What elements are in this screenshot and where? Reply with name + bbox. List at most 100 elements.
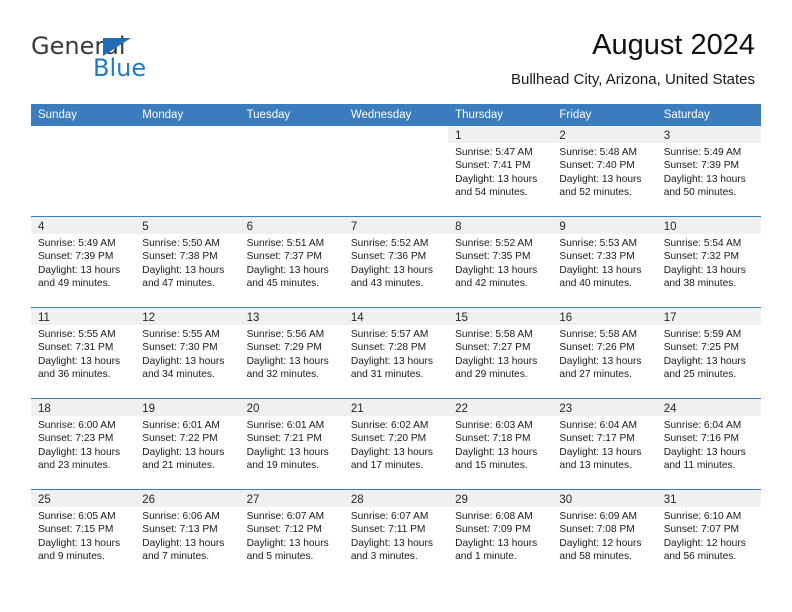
- calendar-day-cell[interactable]: 12 Sunrise: 5:55 AM Sunset: 7:30 PM Dayligh…: [135, 307, 240, 399]
- calendar-day-cell[interactable]: 9 Sunrise: 5:53 AM Sunset: 7:33 PM Daylight…: [552, 216, 657, 308]
- calendar-day-cell[interactable]: 11 Sunrise: 5:55 AM Sunset: 7:31 PM Dayligh…: [31, 307, 136, 399]
- daylight-text: Daylight: 13 hours and 15 minutes.: [455, 446, 538, 471]
- day-cell-inner: 13 Sunrise: 5:56 AM Sunset: 7:29 PM Dayligh…: [239, 308, 344, 398]
- sunrise-text: Sunrise: 5:56 AM: [246, 329, 325, 340]
- sunrise-text: Sunrise: 6:04 AM: [663, 420, 742, 431]
- calendar-day-cell[interactable]: 8 Sunrise: 5:52 AM Sunset: 7:35 PM Daylight…: [448, 216, 553, 308]
- day-cell-inner: 22 Sunrise: 6:03 AM Sunset: 7:18 PM Dayligh…: [448, 399, 553, 489]
- daylight-text: Daylight: 13 hours and 7 minutes.: [142, 537, 225, 562]
- calendar-day-cell[interactable]: 10 Sunrise: 5:54 AM Sunset: 7:32 PM Dayligh…: [656, 216, 761, 308]
- sunset-text: Sunset: 7:09 PM: [455, 524, 531, 536]
- daylight-text: Daylight: 12 hours and 56 minutes.: [663, 537, 746, 562]
- day-cell-inner: 21 Sunrise: 6:02 AM Sunset: 7:20 PM Dayligh…: [343, 399, 449, 489]
- day-number: 20: [246, 403, 260, 415]
- daylight-text: Daylight: 13 hours and 32 minutes.: [246, 355, 329, 380]
- sunrise-text: Sunrise: 6:04 AM: [559, 420, 637, 431]
- sunset-text: Sunset: 7:23 PM: [38, 433, 114, 445]
- daylight-text: Daylight: 13 hours and 11 minutes.: [663, 446, 746, 471]
- sunset-text: Sunset: 7:37 PM: [246, 251, 322, 263]
- day-number: 30: [559, 494, 573, 506]
- calendar-day-cell[interactable]: 18 Sunrise: 6:00 AM Sunset: 7:23 PM Dayligh…: [31, 398, 136, 490]
- day-number-band: 17: [656, 308, 761, 325]
- sunset-text: Sunset: 7:41 PM: [455, 160, 531, 172]
- calendar-day-cell[interactable]: 6 Sunrise: 5:51 AM Sunset: 7:37 PM Daylight…: [239, 216, 344, 308]
- day-number: 11: [38, 312, 50, 324]
- day-cell-details: Sunrise: 6:03 AM Sunset: 7:18 PM Daylight:…: [448, 416, 552, 472]
- calendar-week-row: 25 Sunrise: 6:05 AM Sunset: 7:15 PM Dayligh…: [31, 489, 761, 580]
- daylight-text: Daylight: 13 hours and 21 minutes.: [142, 446, 225, 471]
- calendar-day-cell[interactable]: 16 Sunrise: 5:58 AM Sunset: 7:26 PM Dayligh…: [552, 307, 657, 399]
- day-cell-inner: 24 Sunrise: 6:04 AM Sunset: 7:16 PM Dayligh…: [656, 399, 761, 489]
- sunrise-text: Sunrise: 5:49 AM: [663, 147, 742, 158]
- day-number-band: 10: [656, 217, 761, 234]
- day-number-band: 30: [552, 490, 657, 507]
- day-number: 24: [663, 403, 677, 415]
- calendar-day-cell[interactable]: 23 Sunrise: 6:04 AM Sunset: 7:17 PM Dayligh…: [552, 398, 657, 490]
- sunrise-text: Sunrise: 5:55 AM: [38, 329, 116, 340]
- calendar-day-cell[interactable]: 29 Sunrise: 6:08 AM Sunset: 7:09 PM Dayligh…: [448, 489, 553, 580]
- sunset-text: Sunset: 7:27 PM: [455, 342, 531, 354]
- daylight-text: Daylight: 13 hours and 5 minutes.: [246, 537, 329, 562]
- calendar-day-cell[interactable]: 25 Sunrise: 6:05 AM Sunset: 7:15 PM Dayligh…: [31, 489, 136, 580]
- calendar-day-cell[interactable]: 24 Sunrise: 6:04 AM Sunset: 7:16 PM Dayligh…: [656, 398, 761, 490]
- calendar-day-cell[interactable]: 4 Sunrise: 5:49 AM Sunset: 7:39 PM Daylight…: [31, 216, 136, 308]
- sunrise-text: Sunrise: 6:00 AM: [38, 420, 116, 431]
- calendar-day-cell[interactable]: 21 Sunrise: 6:02 AM Sunset: 7:20 PM Dayligh…: [343, 398, 449, 490]
- day-cell-details: Sunrise: 6:04 AM Sunset: 7:17 PM Daylight:…: [552, 416, 656, 472]
- sunset-text: Sunset: 7:39 PM: [663, 160, 740, 172]
- calendar-day-cell[interactable]: 17 Sunrise: 5:59 AM Sunset: 7:25 PM Dayligh…: [656, 307, 761, 399]
- day-number: 25: [38, 494, 51, 506]
- day-number: 5: [142, 221, 149, 233]
- day-number-band: 18: [31, 399, 136, 416]
- day-number-band: 19: [135, 399, 240, 416]
- day-cell-details: Sunrise: 5:52 AM Sunset: 7:36 PM Daylight:…: [344, 234, 448, 290]
- calendar-day-cell[interactable]: 3 Sunrise: 5:49 AM Sunset: 7:39 PM Daylight…: [656, 126, 761, 217]
- day-cell-details: Sunrise: 5:59 AM Sunset: 7:25 PM Daylight:…: [657, 325, 761, 381]
- calendar-day-cell[interactable]: 13 Sunrise: 5:56 AM Sunset: 7:29 PM Dayligh…: [239, 307, 344, 399]
- day-number-band: 1: [448, 126, 553, 143]
- calendar-day-cell[interactable]: 28 Sunrise: 6:07 AM Sunset: 7:11 PM Dayligh…: [343, 489, 449, 580]
- sunrise-text: Sunrise: 5:59 AM: [663, 329, 742, 340]
- day-number-band: 9: [552, 217, 657, 234]
- sunrise-text: Sunrise: 6:09 AM: [559, 511, 637, 522]
- sunrise-text: Sunrise: 5:49 AM: [38, 238, 116, 249]
- day-number-band: 4: [31, 217, 136, 234]
- day-cell-inner: 17 Sunrise: 5:59 AM Sunset: 7:25 PM Dayligh…: [656, 308, 761, 398]
- day-number-band: 6: [239, 217, 344, 234]
- sunset-text: Sunset: 7:40 PM: [559, 160, 635, 172]
- calendar-day-cell[interactable]: 30 Sunrise: 6:09 AM Sunset: 7:08 PM Dayligh…: [552, 489, 657, 580]
- day-number-band: 8: [448, 217, 553, 234]
- calendar-day-cell[interactable]: 22 Sunrise: 6:03 AM Sunset: 7:18 PM Dayligh…: [448, 398, 553, 490]
- day-number: 4: [38, 221, 45, 233]
- generalblue-logo[interactable]: General Blue: [31, 33, 231, 83]
- weekday-header-thursday: Thursday: [448, 104, 553, 126]
- calendar-day-cell[interactable]: 14 Sunrise: 5:57 AM Sunset: 7:28 PM Dayligh…: [343, 307, 449, 399]
- calendar-day-cell[interactable]: 5 Sunrise: 5:50 AM Sunset: 7:38 PM Daylight…: [135, 216, 240, 308]
- daylight-text: Daylight: 13 hours and 19 minutes.: [246, 446, 329, 471]
- calendar-day-cell[interactable]: 31 Sunrise: 6:10 AM Sunset: 7:07 PM Dayligh…: [656, 489, 761, 580]
- calendar-day-cell[interactable]: 27 Sunrise: 6:07 AM Sunset: 7:12 PM Dayligh…: [239, 489, 344, 580]
- sunrise-text: Sunrise: 6:03 AM: [455, 420, 533, 431]
- sunrise-text: Sunrise: 5:50 AM: [142, 238, 220, 249]
- calendar-day-cell[interactable]: 26 Sunrise: 6:06 AM Sunset: 7:13 PM Dayligh…: [135, 489, 240, 580]
- calendar-day-cell[interactable]: 20 Sunrise: 6:01 AM Sunset: 7:21 PM Dayligh…: [239, 398, 344, 490]
- daylight-text: Daylight: 13 hours and 54 minutes.: [455, 173, 538, 198]
- calendar-day-cell[interactable]: 1 Sunrise: 5:47 AM Sunset: 7:41 PM Daylight…: [448, 126, 553, 217]
- day-cell-details: Sunrise: 5:58 AM Sunset: 7:26 PM Daylight:…: [552, 325, 656, 381]
- day-cell-details: Sunrise: 5:48 AM Sunset: 7:40 PM Daylight:…: [552, 143, 656, 199]
- calendar-day-cell[interactable]: 19 Sunrise: 6:01 AM Sunset: 7:22 PM Dayligh…: [135, 398, 240, 490]
- day-number: 7: [350, 221, 358, 233]
- day-cell-details: Sunrise: 5:52 AM Sunset: 7:35 PM Daylight:…: [448, 234, 552, 290]
- day-cell-details: Sunrise: 5:49 AM Sunset: 7:39 PM Daylight:…: [657, 143, 761, 199]
- day-number-band: 21: [343, 399, 449, 416]
- day-cell-details: Sunrise: 6:01 AM Sunset: 7:21 PM Daylight:…: [240, 416, 344, 472]
- calendar-day-cell[interactable]: 15 Sunrise: 5:58 AM Sunset: 7:27 PM Dayligh…: [448, 307, 553, 399]
- day-cell-inner: 28 Sunrise: 6:07 AM Sunset: 7:11 PM Dayligh…: [343, 490, 449, 580]
- day-number-band: 15: [448, 308, 553, 325]
- page-title: August 2024: [592, 29, 755, 61]
- weekday-header-wednesday: Wednesday: [343, 104, 449, 126]
- calendar-day-cell[interactable]: 2 Sunrise: 5:48 AM Sunset: 7:40 PM Daylight…: [552, 126, 657, 217]
- calendar-day-cell[interactable]: 7 Sunrise: 5:52 AM Sunset: 7:36 PM Daylight…: [343, 216, 449, 308]
- sunrise-text: Sunrise: 5:48 AM: [559, 147, 637, 158]
- day-cell-details: Sunrise: 5:50 AM Sunset: 7:38 PM Daylight:…: [135, 234, 239, 290]
